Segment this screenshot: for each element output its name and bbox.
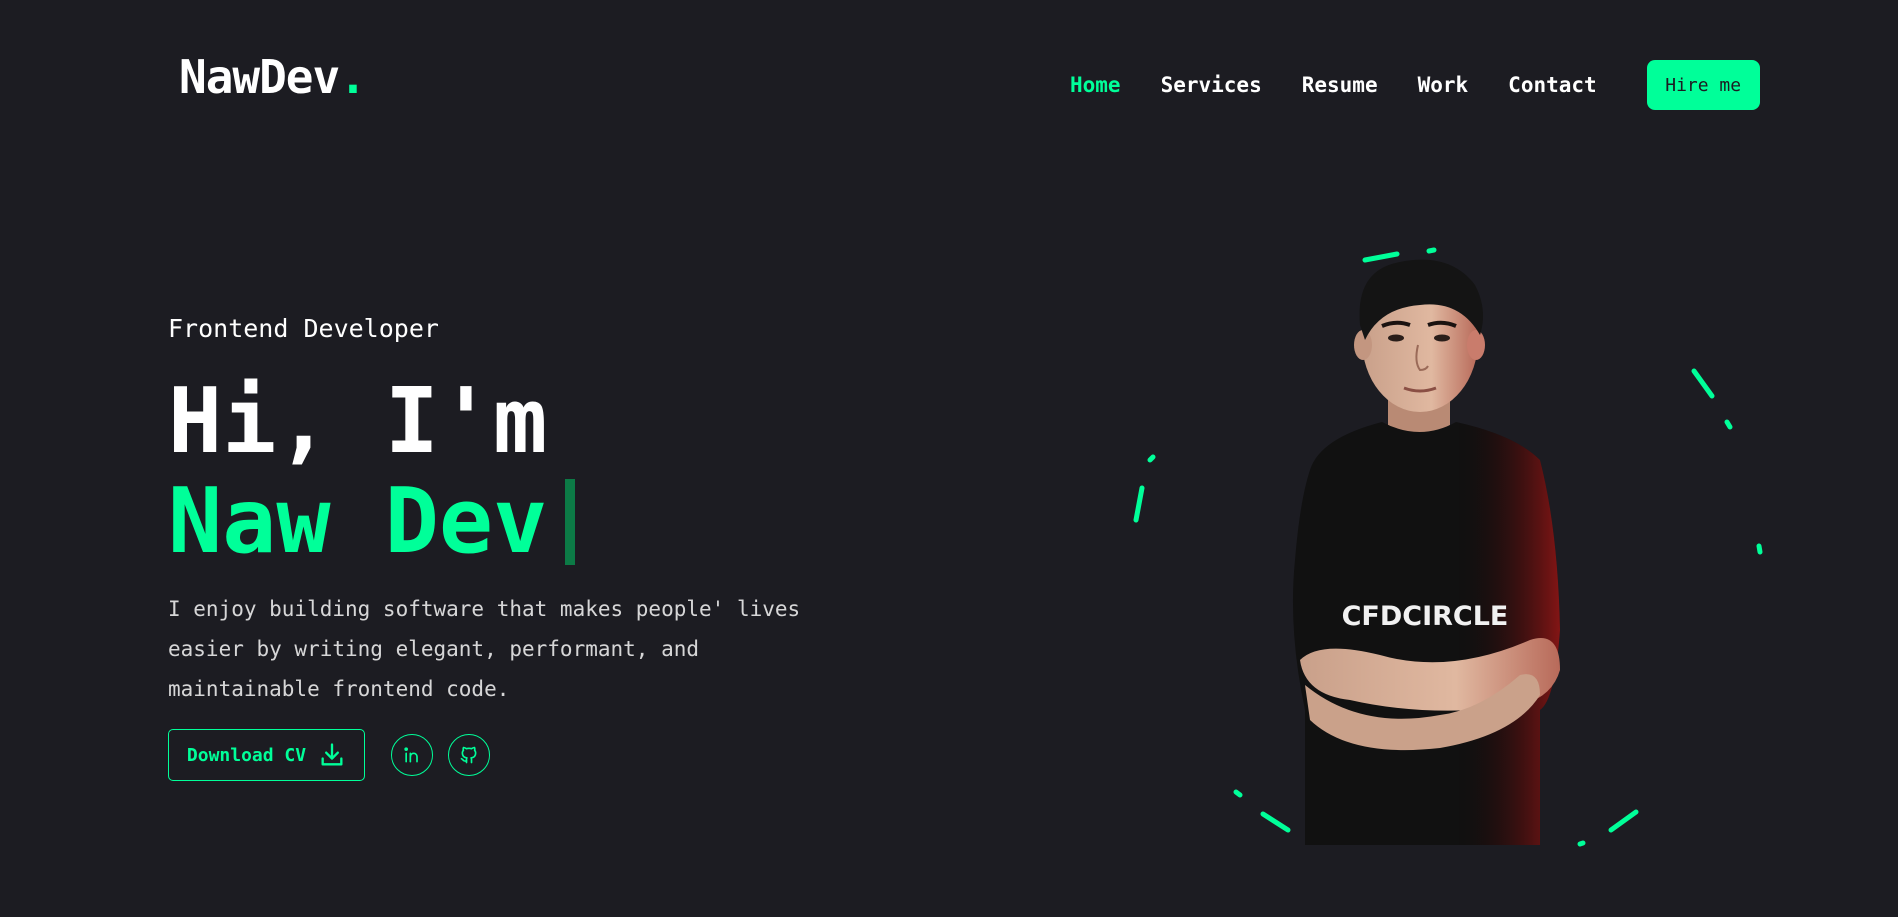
download-cv-label: Download CV — [186, 744, 307, 766]
nav-services[interactable]: Services — [1161, 60, 1262, 110]
logo-dot: . — [339, 50, 367, 104]
github-icon — [460, 746, 477, 764]
greeting: Hi, I'm — [168, 369, 548, 474]
portrait-photo: CFDCIRCLE — [1292, 259, 1560, 845]
typing-cursor — [565, 479, 576, 565]
nav-home[interactable]: Home — [1070, 60, 1121, 110]
main-nav: Home Services Resume Work Contact Hire m… — [1070, 60, 1760, 110]
portrait-area: CFDCIRCLE — [1120, 230, 1780, 860]
logo[interactable]: NawDev. — [179, 54, 367, 100]
linkedin-icon — [404, 747, 418, 763]
linkedin-link[interactable] — [391, 734, 433, 776]
nav-resume[interactable]: Resume — [1302, 60, 1378, 110]
download-icon — [321, 743, 343, 766]
github-link[interactable] — [448, 734, 490, 776]
role-title: Frontend Developer — [168, 314, 439, 343]
nav-contact[interactable]: Contact — [1508, 60, 1597, 110]
logo-text: NawDev — [179, 50, 340, 104]
intro-text: I enjoy building software that makes peo… — [168, 597, 801, 701]
hire-me-button[interactable]: Hire me — [1646, 60, 1760, 110]
shirt-print: CFDCIRCLE — [1342, 601, 1509, 632]
page: NawDev. Home Services Resume Work Contac… — [0, 0, 1898, 917]
hero-name: Naw Dev — [168, 469, 548, 574]
name-line: Naw Dev — [168, 469, 576, 574]
nav-work[interactable]: Work — [1418, 60, 1469, 110]
download-cv-button[interactable]: Download CV — [168, 729, 365, 781]
hero-actions: Download CV — [168, 729, 490, 781]
hero-headline: Hi, I'm Naw Dev — [168, 369, 576, 574]
